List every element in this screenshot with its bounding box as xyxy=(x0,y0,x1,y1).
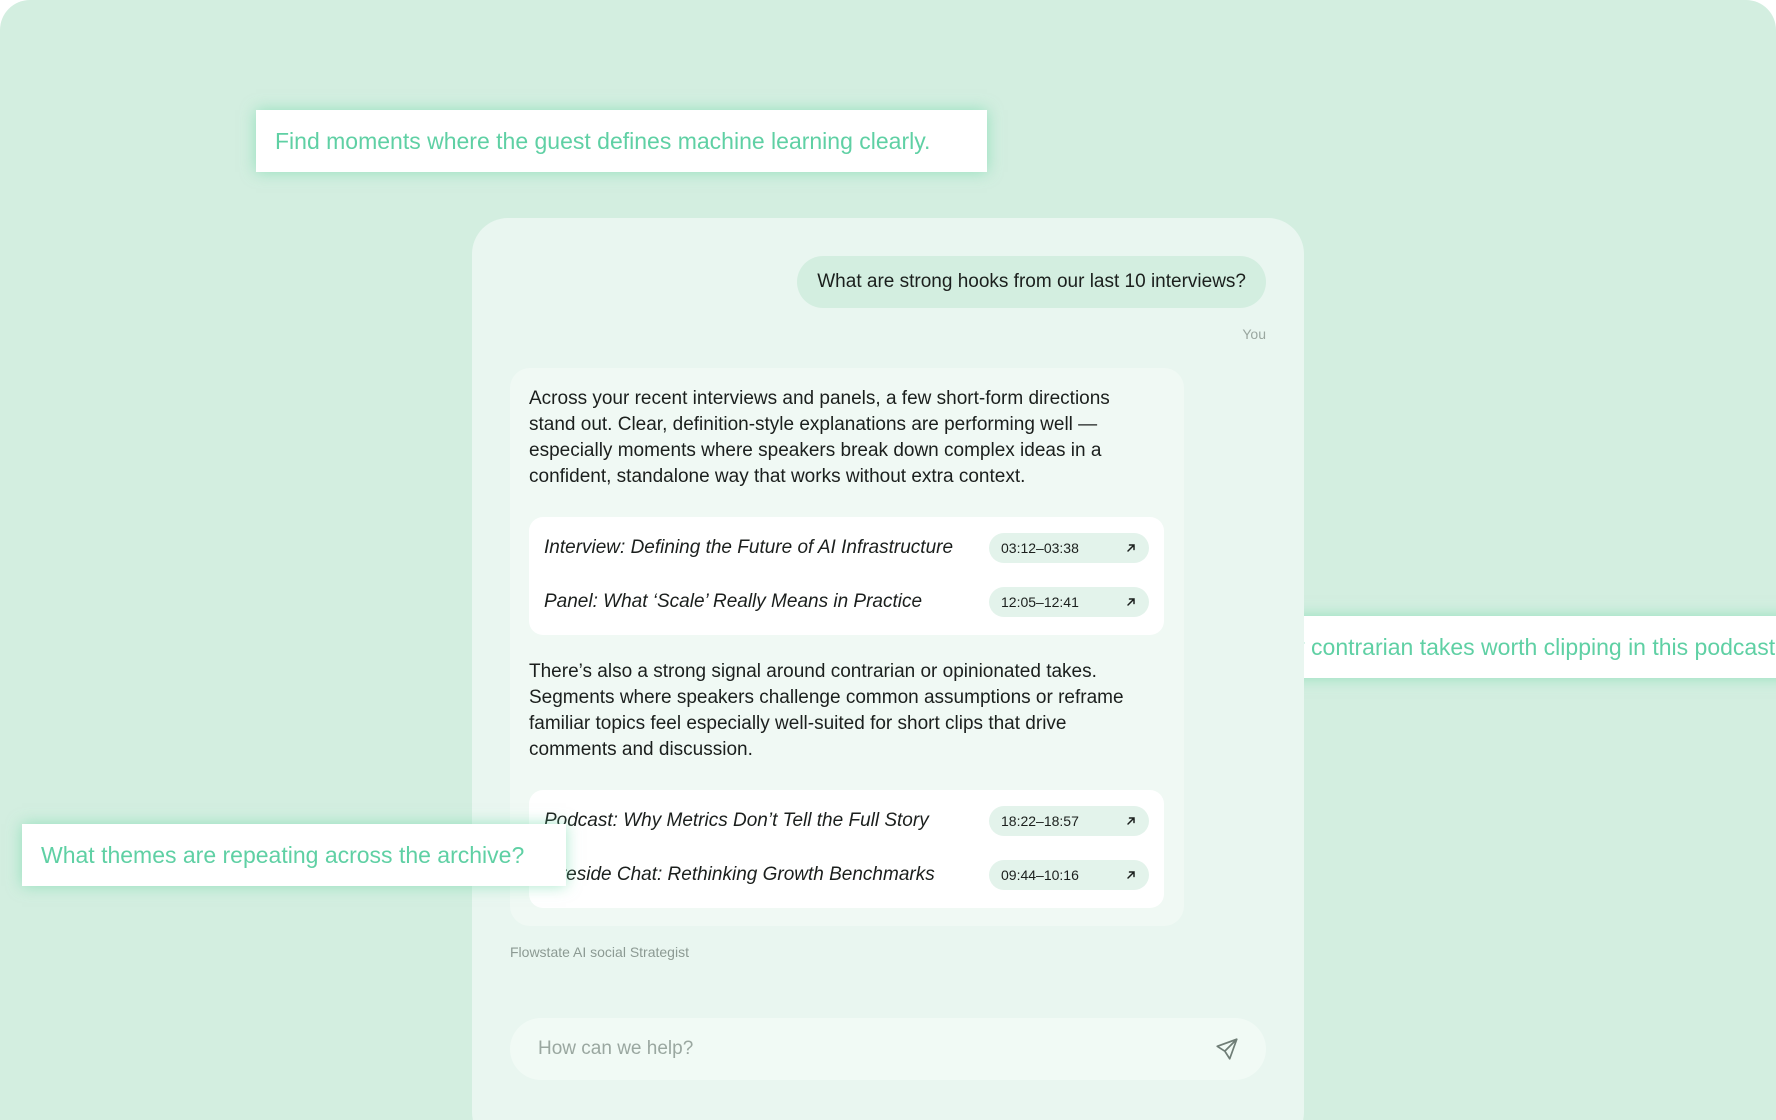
clip-reference-row: Fireside Chat: Rethinking Growth Benchma… xyxy=(529,848,1164,902)
assistant-paragraph: Across your recent interviews and panels… xyxy=(529,388,1110,487)
chat-panel: What are strong hooks from our last 10 i… xyxy=(472,218,1304,1120)
clip-reference-row: Interview: Defining the Future of AI Inf… xyxy=(529,521,1164,575)
clip-title: Interview: Defining the Future of AI Inf… xyxy=(544,537,954,558)
clip-reference-list: Interview: Defining the Future of AI Inf… xyxy=(529,517,1164,635)
clip-title: Podcast: Why Metrics Don’t Tell the Full… xyxy=(544,810,929,831)
timestamp-link[interactable]: 18:22–18:57 xyxy=(989,806,1149,836)
prompt-chip-ml-definitions[interactable]: Find moments where the guest defines mac… xyxy=(256,110,987,172)
timestamp-link[interactable]: 09:44–10:16 xyxy=(989,860,1149,890)
clip-title: Fireside Chat: Rethinking Growth Benchma… xyxy=(544,864,935,885)
timestamp-text: 09:44–10:16 xyxy=(1001,867,1079,883)
prompt-chip-repeating-themes[interactable]: What themes are repeating across the arc… xyxy=(22,824,566,886)
timestamp-link[interactable]: 03:12–03:38 xyxy=(989,533,1149,563)
arrow-up-right-icon xyxy=(1127,598,1135,606)
send-icon[interactable] xyxy=(1214,1036,1240,1062)
arrow-up-right-icon xyxy=(1127,817,1135,825)
user-label: You xyxy=(1242,326,1266,342)
message-input[interactable] xyxy=(538,1018,1178,1080)
user-message-bubble: What are strong hooks from our last 10 i… xyxy=(797,256,1266,308)
arrow-up-right-icon xyxy=(1127,544,1135,552)
clip-reference-row: Panel: What ‘Scale’ Really Means in Prac… xyxy=(529,575,1164,629)
timestamp-text: 12:05–12:41 xyxy=(1001,594,1079,610)
assistant-paragraph: There’s also a strong signal around cont… xyxy=(529,661,1124,760)
clip-reference-row: Podcast: Why Metrics Don’t Tell the Full… xyxy=(529,794,1164,848)
clip-title: Panel: What ‘Scale’ Really Means in Prac… xyxy=(544,591,923,612)
arrow-up-right-icon xyxy=(1127,871,1135,879)
clip-reference-list: Podcast: Why Metrics Don’t Tell the Full… xyxy=(529,790,1164,908)
assistant-message: Across your recent interviews and panels… xyxy=(510,368,1184,926)
assistant-name-label: Flowstate AI social Strategist xyxy=(510,944,689,960)
prompt-chip-contrarian-takes[interactable]: Any contrarian takes worth clipping in t… xyxy=(1246,616,1776,678)
timestamp-link[interactable]: 12:05–12:41 xyxy=(989,587,1149,617)
canvas: Find moments where the guest defines mac… xyxy=(0,0,1776,1120)
timestamp-text: 18:22–18:57 xyxy=(1001,813,1079,829)
timestamp-text: 03:12–03:38 xyxy=(1001,540,1079,556)
message-composer xyxy=(510,1018,1266,1080)
